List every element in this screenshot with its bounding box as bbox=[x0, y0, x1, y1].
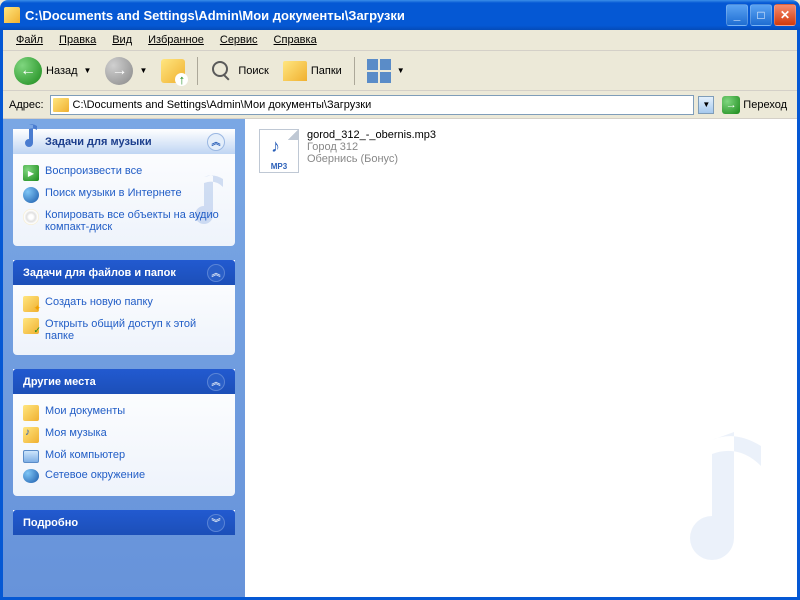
menu-bar: Файл Правка Вид Избранное Сервис Справка bbox=[3, 30, 797, 51]
file-folder-tasks-panel: Задачи для файлов и папок ︽ Создать нову… bbox=[13, 260, 235, 355]
close-button[interactable]: ✕ bbox=[774, 4, 796, 26]
mp3-file-icon: ♪ MP3 bbox=[259, 129, 299, 173]
folder-icon bbox=[53, 98, 69, 112]
folders-label: Папки bbox=[311, 65, 342, 77]
address-bar: Адрес: C:\Documents and Settings\Admin\М… bbox=[3, 91, 797, 119]
chevron-up-icon: ︽ bbox=[207, 264, 225, 282]
link-my-music[interactable]: Моя музыка bbox=[23, 424, 225, 446]
search-icon bbox=[210, 59, 234, 83]
folder-up-icon bbox=[161, 59, 185, 83]
details-panel: Подробно ︾ bbox=[13, 510, 235, 535]
search-button[interactable]: Поиск bbox=[205, 56, 273, 86]
title-bar: C:\Documents and Settings\Admin\Мои доку… bbox=[0, 0, 800, 30]
menu-file[interactable]: Файл bbox=[9, 32, 50, 48]
details-header[interactable]: Подробно ︾ bbox=[13, 510, 235, 535]
music-tasks-header[interactable]: Задачи для музыки ︽ bbox=[13, 129, 235, 154]
cd-icon bbox=[23, 209, 39, 225]
back-label: Назад bbox=[46, 65, 78, 77]
link-network-places[interactable]: Сетевое окружение bbox=[23, 466, 225, 486]
forward-button[interactable]: → ▼ bbox=[100, 54, 152, 88]
separator bbox=[197, 57, 198, 85]
panel-title: Подробно bbox=[23, 517, 78, 529]
menu-view[interactable]: Вид bbox=[105, 32, 139, 48]
back-icon: ← bbox=[14, 57, 42, 85]
file-name: gorod_312_-_obernis.mp3 bbox=[307, 129, 436, 141]
panel-title: Другие места bbox=[23, 376, 96, 388]
menu-favorites[interactable]: Избранное bbox=[141, 32, 211, 48]
window-title: C:\Documents and Settings\Admin\Мои доку… bbox=[25, 8, 726, 23]
address-label: Адрес: bbox=[9, 99, 46, 111]
address-text: C:\Documents and Settings\Admin\Мои доку… bbox=[73, 99, 692, 111]
play-icon: ▶ bbox=[23, 165, 39, 181]
other-places-panel: Другие места ︽ Мои документы Моя музыка … bbox=[13, 369, 235, 496]
views-button[interactable]: ▼ bbox=[362, 56, 410, 86]
go-icon: → bbox=[722, 96, 740, 114]
panel-title: Задачи для музыки bbox=[45, 136, 152, 148]
panel-title: Задачи для файлов и папок bbox=[23, 267, 176, 279]
task-search-music-web[interactable]: Поиск музыки в Интернете bbox=[23, 184, 225, 206]
go-label: Переход bbox=[743, 99, 787, 111]
chevron-down-icon: ▼ bbox=[139, 66, 147, 75]
music-note-watermark-icon bbox=[639, 420, 779, 583]
file-list-area[interactable]: ♪ MP3 gorod_312_-_obernis.mp3 Город 312 … bbox=[245, 119, 797, 597]
network-icon bbox=[23, 469, 39, 483]
new-folder-icon bbox=[23, 296, 39, 312]
folder-icon bbox=[23, 405, 39, 421]
link-my-computer[interactable]: Мой компьютер bbox=[23, 446, 225, 466]
menu-edit[interactable]: Правка bbox=[52, 32, 103, 48]
chevron-up-icon: ︽ bbox=[207, 373, 225, 391]
chevron-down-icon: ▼ bbox=[397, 66, 405, 75]
chevron-down-icon: ▼ bbox=[84, 66, 92, 75]
computer-icon bbox=[23, 450, 39, 463]
file-title: Обернись (Бонус) bbox=[307, 153, 436, 165]
file-artist: Город 312 bbox=[307, 141, 436, 153]
task-play-all[interactable]: ▶ Воспроизвести все bbox=[23, 162, 225, 184]
music-note-icon bbox=[15, 121, 41, 151]
link-my-documents[interactable]: Мои документы bbox=[23, 402, 225, 424]
toolbar: ← Назад ▼ → ▼ Поиск Папки ▼ bbox=[3, 51, 797, 91]
other-places-header[interactable]: Другие места ︽ bbox=[13, 369, 235, 394]
search-label: Поиск bbox=[238, 65, 268, 77]
address-dropdown-button[interactable]: ▼ bbox=[698, 96, 714, 114]
maximize-button[interactable]: □ bbox=[750, 4, 772, 26]
menu-tools[interactable]: Сервис bbox=[213, 32, 265, 48]
globe-icon bbox=[23, 187, 39, 203]
folder-icon bbox=[4, 7, 20, 23]
chevron-down-icon: ︾ bbox=[207, 514, 225, 532]
minimize-button[interactable]: _ bbox=[726, 4, 748, 26]
address-input-combo[interactable]: C:\Documents and Settings\Admin\Мои доку… bbox=[50, 95, 695, 115]
chevron-up-icon: ︽ bbox=[207, 133, 225, 151]
views-icon bbox=[367, 59, 391, 83]
task-share-folder[interactable]: Открыть общий доступ к этой папке bbox=[23, 315, 225, 345]
separator bbox=[354, 57, 355, 85]
menu-help[interactable]: Справка bbox=[267, 32, 324, 48]
go-button[interactable]: → Переход bbox=[718, 94, 791, 116]
folders-button[interactable]: Папки bbox=[278, 58, 347, 84]
up-button[interactable] bbox=[156, 56, 190, 86]
tasks-sidebar: Задачи для музыки ︽ ▶ Воспроизвести все … bbox=[3, 119, 245, 597]
file-folder-tasks-header[interactable]: Задачи для файлов и папок ︽ bbox=[13, 260, 235, 285]
task-new-folder[interactable]: Создать новую папку bbox=[23, 293, 225, 315]
file-item[interactable]: ♪ MP3 gorod_312_-_obernis.mp3 Город 312 … bbox=[257, 127, 537, 175]
music-folder-icon bbox=[23, 427, 39, 443]
share-folder-icon bbox=[23, 318, 39, 334]
task-copy-to-cd[interactable]: Копировать все объекты на аудио компакт-… bbox=[23, 206, 225, 236]
back-button[interactable]: ← Назад ▼ bbox=[9, 54, 96, 88]
folders-icon bbox=[283, 61, 307, 81]
forward-icon: → bbox=[105, 57, 133, 85]
music-tasks-panel: Задачи для музыки ︽ ▶ Воспроизвести все … bbox=[13, 129, 235, 246]
